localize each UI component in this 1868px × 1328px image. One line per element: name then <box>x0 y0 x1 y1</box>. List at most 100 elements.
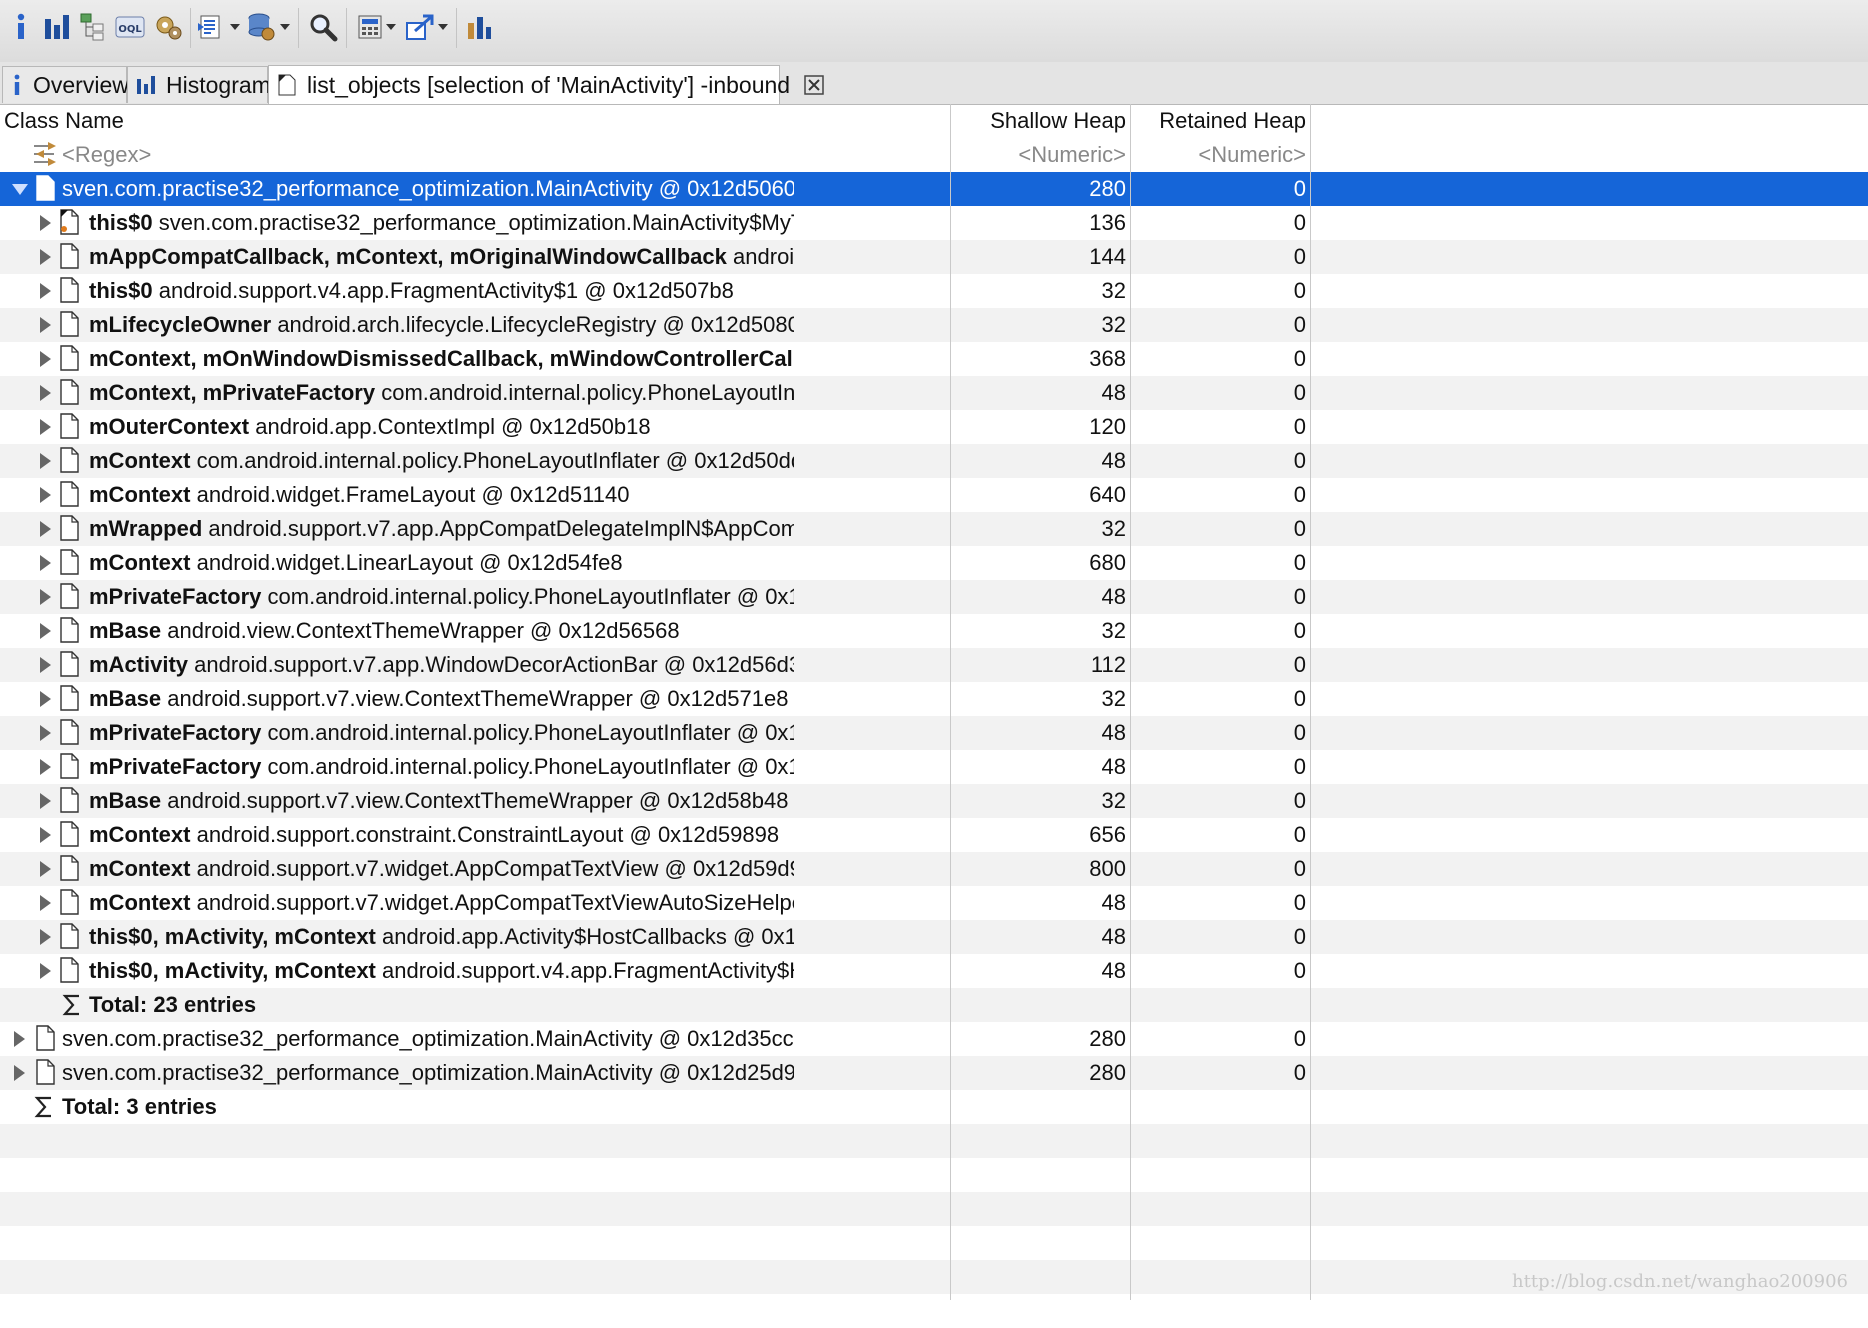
object-name: android.support.v4.app.FragmentActivity$… <box>158 278 734 303</box>
collapse-toggle-icon[interactable] <box>12 184 28 195</box>
expand-toggle-icon[interactable] <box>40 759 51 775</box>
retained-heap-value: 0 <box>1293 210 1306 235</box>
table-row[interactable]: mBase android.support.v7.view.ContextThe… <box>0 682 1868 716</box>
retained-heap-value: 0 <box>1293 584 1306 609</box>
dominator-tree-icon[interactable] <box>78 10 108 44</box>
table-row[interactable]: mBase android.view.ContextThemeWrapper @… <box>0 614 1868 648</box>
table-row[interactable]: mContext android.support.v7.widget.AppCo… <box>0 852 1868 886</box>
calculate-retained-size-icon[interactable] <box>356 10 384 44</box>
filter-row[interactable]: <Regex> <Numeric> <Numeric> <box>0 138 1868 172</box>
table-row[interactable]: mContext android.widget.FrameLayout @ 0x… <box>0 478 1868 512</box>
table-row[interactable]: mContext, mPrivateFactory com.android.in… <box>0 376 1868 410</box>
shallow-heap-value: 32 <box>1101 312 1126 337</box>
tab-list-objects[interactable]: list_objects [selection of 'MainActivity… <box>268 65 824 104</box>
retained-heap-value: 0 <box>1293 380 1306 405</box>
total-row[interactable]: Total: 3 entries <box>0 1090 1868 1124</box>
table-row[interactable]: sven.com.practise32_performance_optimiza… <box>0 1056 1868 1090</box>
expand-toggle-icon[interactable] <box>40 385 51 401</box>
compare-icon[interactable] <box>464 10 494 44</box>
expand-toggle-icon[interactable] <box>40 555 51 571</box>
run-expert-report-icon[interactable] <box>196 10 226 44</box>
expand-toggle-icon[interactable] <box>40 351 51 367</box>
expand-toggle-icon[interactable] <box>40 691 51 707</box>
oql-icon[interactable]: OQL <box>114 10 146 44</box>
column-header-class-name[interactable]: Class Name <box>4 104 794 138</box>
field-name: this$0, mActivity, mContext <box>89 958 376 983</box>
close-icon[interactable] <box>804 75 824 95</box>
reference-label: mPrivateFactory com.android.internal.pol… <box>89 716 794 750</box>
table-row[interactable]: mContext com.android.internal.policy.Pho… <box>0 444 1868 478</box>
expand-toggle-icon[interactable] <box>40 657 51 673</box>
table-row[interactable]: mPrivateFactory com.android.internal.pol… <box>0 750 1868 784</box>
table-row[interactable]: mContext, mOnWindowDismissedCallback, mW… <box>0 342 1868 376</box>
table-row[interactable]: mBase android.support.v7.view.ContextThe… <box>0 784 1868 818</box>
object-name: android.app.ContextImpl @ 0x12d50b18 <box>255 414 651 439</box>
reference-label: this$0, mActivity, mContext android.supp… <box>89 954 794 988</box>
expand-toggle-icon[interactable] <box>40 725 51 741</box>
total-row[interactable]: Total: 23 entries <box>0 988 1868 1022</box>
expand-toggle-icon[interactable] <box>40 487 51 503</box>
expand-toggle-icon[interactable] <box>40 215 51 231</box>
table-row[interactable]: mOuterContext android.app.ContextImpl @ … <box>0 410 1868 444</box>
table-row[interactable]: mContext android.support.constraint.Cons… <box>0 818 1868 852</box>
table-row[interactable]: mContext android.support.v7.widget.AppCo… <box>0 886 1868 920</box>
heap-dump-overview-icon[interactable] <box>152 10 186 44</box>
retained-heap-value: 0 <box>1293 1026 1306 1051</box>
object-name: android.widget.LinearLayout @ 0x12d54fe8 <box>196 550 623 575</box>
table-row-root[interactable]: sven.com.practise32_performance_optimiza… <box>0 172 1868 206</box>
expand-toggle-icon[interactable] <box>40 453 51 469</box>
table-row[interactable]: mPrivateFactory com.android.internal.pol… <box>0 580 1868 614</box>
table-row[interactable]: mWrapped android.support.v7.app.AppCompa… <box>0 512 1868 546</box>
table-row[interactable]: mActivity android.support.v7.app.WindowD… <box>0 648 1868 682</box>
tab-overview[interactable]: Overview <box>2 66 129 103</box>
object-name: com.android.internal.policy.PhoneLayoutI… <box>267 584 794 609</box>
table-row[interactable]: mContext android.widget.LinearLayout @ 0… <box>0 546 1868 580</box>
retained-heap-value: 0 <box>1293 890 1306 915</box>
table-row[interactable]: this$0 sven.com.practise32_performance_o… <box>0 206 1868 240</box>
histogram-icon[interactable] <box>42 10 72 44</box>
table-row[interactable]: mPrivateFactory com.android.internal.pol… <box>0 716 1868 750</box>
column-header-shallow-heap[interactable]: Shallow Heap <box>800 104 1126 138</box>
object-name: android.support.v7.widget.AppCompatTextV… <box>196 856 794 881</box>
info-icon[interactable] <box>8 10 34 44</box>
expand-toggle-icon[interactable] <box>40 827 51 843</box>
table-row[interactable]: mAppCompatCallback, mContext, mOriginalW… <box>0 240 1868 274</box>
expand-toggle-icon[interactable] <box>40 623 51 639</box>
expand-toggle-icon[interactable] <box>40 895 51 911</box>
tab-histogram[interactable]: Histogram <box>127 66 271 103</box>
shallow-heap-value: 120 <box>1089 414 1126 439</box>
table-row[interactable]: this$0 android.support.v4.app.FragmentAc… <box>0 274 1868 308</box>
expand-toggle-icon[interactable] <box>40 521 51 537</box>
reference-label: mOuterContext android.app.ContextImpl @ … <box>89 410 794 444</box>
expand-toggle-icon[interactable] <box>40 589 51 605</box>
info-icon <box>11 74 23 96</box>
column-header-retained-heap[interactable]: Retained Heap <box>1132 104 1306 138</box>
expand-toggle-icon[interactable] <box>40 963 51 979</box>
object-name: android.support <box>733 244 794 269</box>
expand-toggle-icon[interactable] <box>40 929 51 945</box>
search-icon[interactable] <box>306 10 340 44</box>
table-row[interactable]: mLifecycleOwner android.arch.lifecycle.L… <box>0 308 1868 342</box>
expand-toggle-icon[interactable] <box>40 861 51 877</box>
reference-label: mBase android.support.v7.view.ContextThe… <box>89 784 794 818</box>
expand-toggle-icon[interactable] <box>40 249 51 265</box>
expand-toggle-icon[interactable] <box>14 1031 25 1047</box>
field-name: mLifecycleOwner <box>89 312 272 337</box>
retained-heap-value: 0 <box>1293 244 1306 269</box>
numeric-filter-shallow[interactable]: <Numeric> <box>952 138 1126 172</box>
expand-toggle-icon[interactable] <box>40 317 51 333</box>
shallow-heap-value: 144 <box>1089 244 1126 269</box>
expand-toggle-icon[interactable] <box>14 1065 25 1081</box>
expand-toggle-icon[interactable] <box>40 283 51 299</box>
numeric-filter-retained[interactable]: <Numeric> <box>1132 138 1306 172</box>
query-browser-icon[interactable] <box>246 10 276 44</box>
table-row[interactable]: sven.com.practise32_performance_optimiza… <box>0 1022 1868 1056</box>
retained-heap-value: 0 <box>1293 482 1306 507</box>
expand-toggle-icon[interactable] <box>40 419 51 435</box>
export-icon[interactable] <box>404 10 436 44</box>
expand-toggle-icon[interactable] <box>40 793 51 809</box>
table-row[interactable]: this$0, mActivity, mContext android.app.… <box>0 920 1868 954</box>
table-row[interactable]: this$0, mActivity, mContext android.supp… <box>0 954 1868 988</box>
regex-filter-input[interactable]: <Regex> <box>62 138 792 172</box>
reference-label: mLifecycleOwner android.arch.lifecycle.L… <box>89 308 794 342</box>
